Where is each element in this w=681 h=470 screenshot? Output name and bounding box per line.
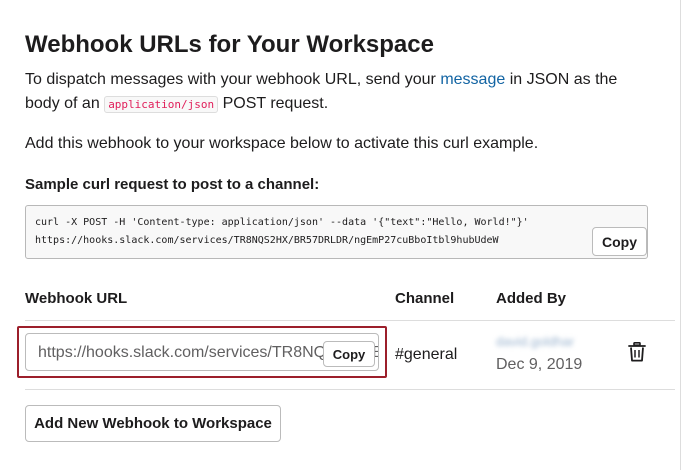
sample-curl-label: Sample curl request to post to a channel… — [25, 176, 320, 193]
activation-note: Add this webhook to your workspace below… — [25, 135, 539, 152]
page-description: To dispatch messages with your webhook U… — [25, 68, 655, 117]
column-header-webhook-url: Webhook URL — [25, 290, 128, 307]
description-prefix: To dispatch messages with your webhook U… — [25, 71, 436, 88]
added-by-user: david.goldhar — [496, 334, 575, 349]
curl-command-line: curl -X POST -H 'Content-type: applicati… — [35, 217, 529, 228]
trash-icon[interactable] — [628, 342, 646, 362]
description-suffix: POST request. — [222, 95, 329, 112]
copy-webhook-url-button[interactable]: Copy — [323, 341, 375, 367]
column-header-channel: Channel — [395, 290, 455, 307]
added-date: Dec 9, 2019 — [496, 356, 583, 373]
column-header-added-by: Added By — [496, 290, 567, 307]
copy-curl-button[interactable]: Copy — [592, 227, 647, 256]
message-link[interactable]: message — [440, 71, 505, 88]
curl-sample-box: curl -X POST -H 'Content-type: applicati… — [25, 205, 648, 259]
curl-url-line: https://hooks.slack.com/services/TR8NQS2… — [35, 235, 499, 246]
table-row-divider — [25, 389, 675, 390]
webhook-channel: #general — [395, 346, 458, 363]
page-title: Webhook URLs for Your Workspace — [25, 31, 434, 58]
add-webhook-button[interactable]: Add New Webhook to Workspace — [25, 405, 281, 442]
webhook-url-field[interactable]: https://hooks.slack.com/services/TR8NQS2… — [25, 333, 379, 371]
content-type-code: application/json — [104, 96, 219, 113]
table-header-divider — [25, 320, 675, 321]
